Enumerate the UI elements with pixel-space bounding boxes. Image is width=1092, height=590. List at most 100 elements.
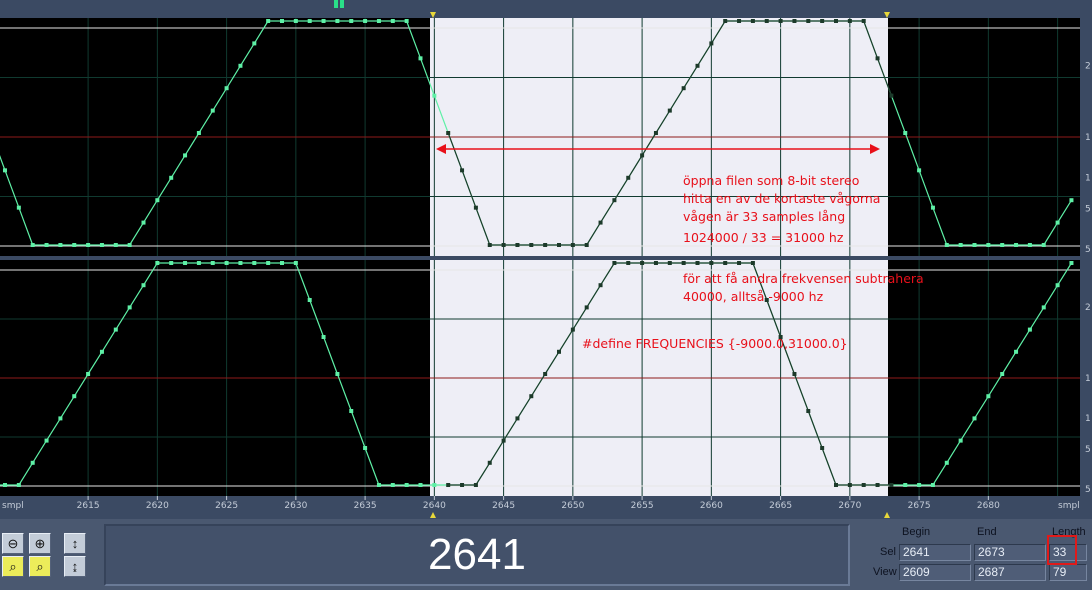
sample-point <box>99 349 104 354</box>
sample-point <box>210 261 215 265</box>
amplitude-label: 2 <box>1085 303 1091 313</box>
amplitude-label: 5 <box>1085 245 1091 255</box>
sample-point <box>543 372 548 376</box>
amplitude-label: 1 <box>1085 414 1091 424</box>
sample-point <box>709 261 714 265</box>
sample-point <box>169 261 174 265</box>
sample-point <box>986 394 991 399</box>
vertical-zoom-in-button[interactable]: ↕ <box>64 533 86 554</box>
sample-point <box>986 243 991 247</box>
sample-point <box>487 460 492 465</box>
sample-point <box>930 483 935 487</box>
sample-point <box>667 261 672 265</box>
view-begin-field[interactable]: 2609 <box>899 564 971 581</box>
sel-begin-field[interactable]: 2641 <box>899 544 971 561</box>
x-axis-tick-label: 2645 <box>492 501 515 511</box>
sample-point <box>903 483 908 487</box>
sample-point <box>515 416 520 421</box>
sample-point <box>626 261 631 265</box>
sample-point <box>737 19 742 23</box>
x-axis-tick-label: 2660 <box>700 501 723 511</box>
x-axis-tick-label: 2625 <box>215 501 238 511</box>
sample-point <box>196 261 201 265</box>
x-axis-tick-label: 2670 <box>838 501 861 511</box>
sample-point <box>875 483 880 487</box>
view-length-field[interactable]: 79 <box>1049 564 1087 581</box>
sample-point <box>626 175 631 180</box>
sample-point <box>210 108 215 113</box>
sample-point <box>280 19 284 23</box>
sample-point <box>612 261 617 265</box>
sample-point <box>58 243 63 247</box>
sample-point <box>72 243 77 247</box>
x-axis-tick-label: 2675 <box>908 501 931 511</box>
sample-point <box>238 63 243 68</box>
sample-point <box>598 283 603 288</box>
end-header: End <box>977 526 997 538</box>
sample-point <box>404 483 409 487</box>
sample-point <box>1014 349 1019 354</box>
sample-point <box>695 63 700 68</box>
sample-point <box>944 460 949 465</box>
sample-point <box>432 93 437 98</box>
waveform-view[interactable]: 2 1 1 5 5 2 1 1 5 5 2615 2620 2625 2630 2635 2640 2645 2… <box>0 0 1092 519</box>
view-label: View <box>873 566 897 578</box>
sample-point <box>834 19 838 23</box>
sample-point <box>376 483 381 487</box>
sample-point <box>44 438 49 443</box>
sample-point <box>293 261 298 265</box>
sample-point <box>432 483 437 487</box>
define-line: #define FREQUENCIES {-9000.0,31000.0} <box>582 336 848 351</box>
x-axis-tick-label: 2650 <box>561 501 584 511</box>
sample-point <box>1014 243 1019 247</box>
sample-point <box>972 416 977 421</box>
sample-point <box>861 483 866 487</box>
sample-point <box>792 19 797 23</box>
view-end-field[interactable]: 2687 <box>974 564 1046 581</box>
begin-header: Begin <box>902 526 931 538</box>
zoom-selection-button[interactable]: ⌕ <box>2 556 24 577</box>
sample-point <box>1027 243 1032 247</box>
sample-point <box>1041 243 1046 247</box>
sample-point <box>44 243 49 247</box>
sample-point <box>16 483 21 487</box>
vertical-zoom-in-icon: ↕ <box>71 536 79 551</box>
sample-point <box>653 261 658 265</box>
vertical-zoom-out-icon: ↨ <box>71 559 79 574</box>
sample-point <box>958 243 963 247</box>
zoom-full-button[interactable]: ⌕ <box>29 556 51 577</box>
sample-point <box>903 131 908 135</box>
sample-point <box>113 327 118 332</box>
sample-point <box>307 19 312 23</box>
sample-point <box>390 483 395 487</box>
zoom-region-icon: ⊕ <box>34 535 46 551</box>
vertical-zoom-out-button[interactable]: ↨ <box>64 556 86 577</box>
amplitude-label: 5 <box>1085 485 1091 495</box>
sample-point <box>792 372 797 376</box>
sample-point <box>473 483 478 487</box>
sample-point <box>750 19 755 23</box>
sample-point <box>806 19 811 23</box>
amplitude-label: 1 <box>1085 374 1091 384</box>
x-axis-tick-label: 2680 <box>977 501 1000 511</box>
zoom-region-button[interactable]: ⊕ <box>29 533 51 554</box>
x-axis-tick-label: 2665 <box>769 501 792 511</box>
sample-point <box>820 446 825 450</box>
sample-point <box>418 483 423 487</box>
sample-point <box>1000 243 1005 247</box>
sample-point <box>113 243 118 247</box>
zoom-full-icon: ⌕ <box>36 558 44 574</box>
sample-point <box>820 19 825 23</box>
zoom-out-button[interactable]: ⊖ <box>2 533 24 554</box>
sample-point <box>30 243 35 247</box>
sample-point <box>640 261 645 265</box>
sample-point <box>681 261 686 265</box>
sel-end-field[interactable]: 2673 <box>974 544 1046 561</box>
x-axis-tick-label: 2640 <box>423 501 446 511</box>
sample-point <box>335 372 340 376</box>
note-line-1: öppna filen som 8-bit stereo <box>683 173 860 188</box>
sample-point <box>3 168 7 173</box>
sample-point <box>335 19 340 23</box>
sample-point <box>806 409 811 413</box>
sample-point <box>390 19 395 23</box>
